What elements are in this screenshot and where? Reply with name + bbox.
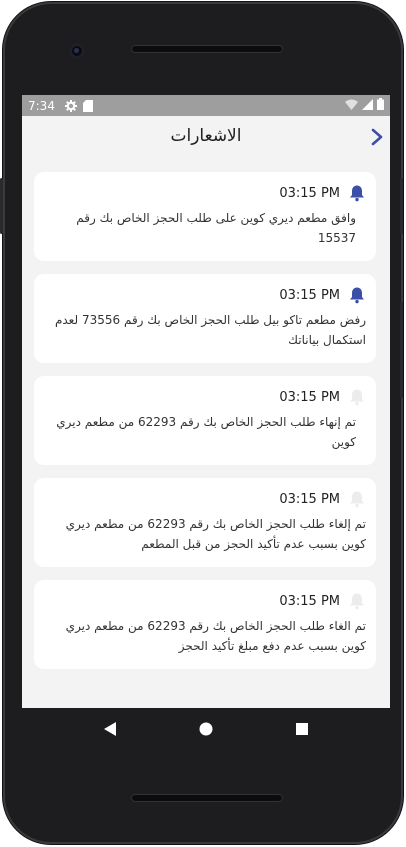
notification-card[interactable]: 03:15 PM وافق مطعم ديري كوين على طلب الح… bbox=[34, 172, 376, 261]
volume-button bbox=[400, 178, 403, 234]
bell-icon bbox=[348, 592, 366, 610]
status-time: 7:34 bbox=[28, 98, 55, 113]
notification-card[interactable]: 03:15 PM رفض مطعم تاكو بيل طلب الحجز الخ… bbox=[34, 274, 376, 363]
app-bar: الاشعارات bbox=[22, 116, 390, 156]
notification-message: تم إلغاء طلب الحجز الخاص بك رقم 62293 من… bbox=[65, 517, 366, 551]
recents-square-icon[interactable] bbox=[292, 719, 312, 739]
notification-header: 03:15 PM bbox=[44, 388, 366, 406]
battery-icon bbox=[377, 98, 384, 113]
wifi-icon bbox=[345, 99, 358, 113]
bell-icon bbox=[348, 286, 366, 304]
top-speaker bbox=[131, 45, 283, 53]
status-bar: 7:34 bbox=[22, 95, 390, 116]
sd-card-icon bbox=[82, 99, 93, 112]
notification-header: 03:15 PM bbox=[44, 490, 366, 508]
home-circle-icon[interactable] bbox=[196, 719, 216, 739]
notification-message: وافق مطعم ديري كوين على طلب الحجز الخاص … bbox=[76, 211, 356, 245]
page-title: الاشعارات bbox=[170, 126, 242, 146]
bell-icon bbox=[348, 388, 366, 406]
notification-time: 03:15 PM bbox=[279, 389, 340, 405]
notification-card[interactable]: 03:15 PM تم إلغاء طلب الحجز الخاص بك رقم… bbox=[34, 478, 376, 567]
notification-time: 03:15 PM bbox=[279, 593, 340, 609]
signal-icon bbox=[362, 98, 373, 113]
back-triangle-icon[interactable] bbox=[100, 719, 120, 739]
notification-message: تم إنهاء طلب الحجز الخاص بك رقم 62293 من… bbox=[56, 415, 356, 449]
android-nav-bar bbox=[22, 708, 390, 750]
bell-icon bbox=[348, 490, 366, 508]
notification-message: تم الغاء طلب الحجز الخاص بك رقم 62293 من… bbox=[65, 619, 366, 653]
notification-card[interactable]: 03:15 PM تم إنهاء طلب الحجز الخاص بك رقم… bbox=[34, 376, 376, 465]
power-button bbox=[0, 178, 3, 234]
notification-header: 03:15 PM bbox=[44, 184, 366, 202]
bottom-speaker bbox=[131, 794, 283, 802]
notification-message: رفض مطعم تاكو بيل طلب الحجز الخاص بك رقم… bbox=[54, 313, 366, 347]
notification-time: 03:15 PM bbox=[279, 491, 340, 507]
gear-icon bbox=[64, 99, 77, 112]
notification-list: 03:15 PM وافق مطعم ديري كوين على طلب الح… bbox=[22, 156, 390, 669]
notification-time: 03:15 PM bbox=[279, 185, 340, 201]
bell-icon bbox=[348, 184, 366, 202]
notification-card[interactable]: 03:15 PM تم الغاء طلب الحجز الخاص بك رقم… bbox=[34, 580, 376, 669]
status-right-icons bbox=[345, 98, 384, 113]
screen: 7:34 الاشعارات 03:15 PM وافق مطعم ديري ك… bbox=[22, 95, 390, 708]
side-button bbox=[400, 302, 403, 398]
notification-header: 03:15 PM bbox=[44, 286, 366, 304]
chevron-right-icon[interactable] bbox=[368, 126, 386, 148]
front-camera bbox=[69, 43, 85, 59]
notification-header: 03:15 PM bbox=[44, 592, 366, 610]
notification-time: 03:15 PM bbox=[279, 287, 340, 303]
